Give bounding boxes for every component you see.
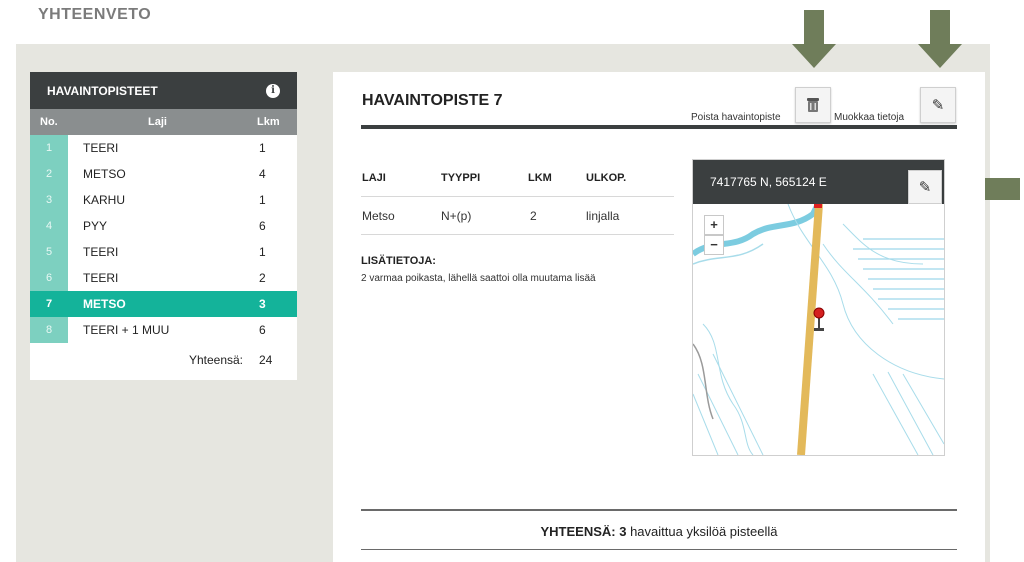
table-row[interactable]: 6 TEERI 2	[30, 265, 297, 291]
row-count: 1	[259, 141, 266, 155]
cell-ulkop: linjalla	[586, 209, 620, 223]
footer-summary-text: havaittua yksilöä pisteellä	[626, 524, 778, 539]
table-divider	[361, 196, 674, 197]
row-count: 1	[259, 193, 266, 207]
edit-details-button[interactable]: ✎	[920, 87, 956, 123]
observation-detail-panel: HAVAINTOPISTE 7 Poista havaintopiste Muo…	[333, 72, 985, 562]
arrow-down-icon	[792, 10, 836, 68]
table-row[interactable]: 4 PYY 6	[30, 213, 297, 239]
row-species: KARHU	[83, 193, 126, 207]
total-row: Yhteensä: 24	[30, 343, 297, 377]
table-row-selected[interactable]: 7 METSO 3	[30, 291, 297, 317]
column-no: No.	[40, 116, 58, 128]
footer-summary: YHTEENSÄ: 3 havaittua yksilöä pisteellä	[333, 524, 985, 539]
delete-point-button[interactable]	[795, 87, 831, 123]
detail-title: HAVAINTOPISTE 7	[362, 92, 503, 109]
footer-divider	[361, 549, 957, 550]
zoom-in-button[interactable]: +	[704, 215, 724, 235]
cell-tyyppi: N+(p)	[441, 209, 472, 223]
header-laji: LAJI	[362, 172, 386, 184]
total-value: 24	[259, 353, 273, 367]
panel-header: HAVAINTOPISTEET i	[30, 72, 297, 109]
row-number: 5	[30, 239, 68, 265]
footer-summary-bold: YHTEENSÄ: 3	[540, 524, 627, 539]
pencil-icon: ✎	[931, 97, 945, 114]
column-headers: No. Laji Lkm	[30, 109, 297, 135]
table-row[interactable]: 1 TEERI 1	[30, 135, 297, 161]
row-number: 8	[30, 317, 68, 343]
row-number: 3	[30, 187, 68, 213]
row-count: 6	[259, 219, 266, 233]
row-count: 1	[259, 245, 266, 259]
row-number: 1	[30, 135, 68, 161]
header-ulkop: ULKOP.	[586, 172, 627, 184]
map-canvas[interactable]	[693, 204, 944, 455]
row-number: 6	[30, 265, 68, 291]
table-row[interactable]: 8 TEERI + 1 MUU 6	[30, 317, 297, 343]
panel-title: HAVAINTOPISTEET	[47, 83, 158, 98]
map-widget: 7417765 N, 565124 E ✎ + −	[692, 159, 945, 456]
map-header: 7417765 N, 565124 E	[693, 160, 944, 204]
column-lkm: Lkm	[257, 116, 280, 128]
row-species: TEERI + 1 MUU	[83, 323, 170, 337]
edit-label: Muokkaa tietoja	[834, 112, 905, 123]
row-count: 6	[259, 323, 266, 337]
info-icon[interactable]: i	[266, 84, 280, 98]
row-count: 3	[259, 297, 266, 311]
row-species: PYY	[83, 219, 108, 233]
zoom-out-button[interactable]: −	[704, 235, 724, 255]
row-number: 7	[30, 291, 68, 317]
observation-points-panel: HAVAINTOPISTEET i No. Laji Lkm 1 TEERI 1…	[30, 72, 297, 380]
info-text: 2 varmaa poikasta, lähellä saattoi olla …	[361, 273, 596, 284]
row-species: TEERI	[83, 245, 119, 259]
row-species: TEERI	[83, 271, 119, 285]
header-divider	[361, 125, 957, 129]
map-coordinates: 7417765 N, 565124 E	[710, 175, 827, 189]
footer-divider	[361, 509, 957, 511]
row-species: METSO	[83, 167, 126, 181]
page-title: YHTEENVETO	[38, 6, 152, 23]
pencil-icon: ✎	[918, 179, 932, 196]
header-lkm: LKM	[528, 172, 552, 184]
row-number: 2	[30, 161, 68, 187]
row-species: METSO	[83, 297, 126, 311]
delete-label: Poista havaintopiste	[691, 112, 781, 123]
cell-lkm: 2	[530, 209, 537, 223]
row-number: 4	[30, 213, 68, 239]
info-heading: LISÄTIETOJA:	[361, 255, 436, 267]
table-row[interactable]: 2 METSO 4	[30, 161, 297, 187]
cell-laji: Metso	[362, 209, 395, 223]
total-label: Yhteensä:	[188, 353, 243, 367]
row-count: 2	[259, 271, 266, 285]
edit-location-button[interactable]: ✎	[908, 170, 942, 204]
row-count: 4	[259, 167, 266, 181]
table-row[interactable]: 5 TEERI 1	[30, 239, 297, 265]
row-species: TEERI	[83, 141, 119, 155]
header-tyyppi: TYYPPI	[441, 172, 481, 184]
table-divider	[361, 234, 674, 235]
column-laji: Laji	[148, 116, 167, 128]
trash-icon	[807, 98, 819, 112]
arrow-down-icon	[918, 10, 962, 68]
table-row[interactable]: 3 KARHU 1	[30, 187, 297, 213]
